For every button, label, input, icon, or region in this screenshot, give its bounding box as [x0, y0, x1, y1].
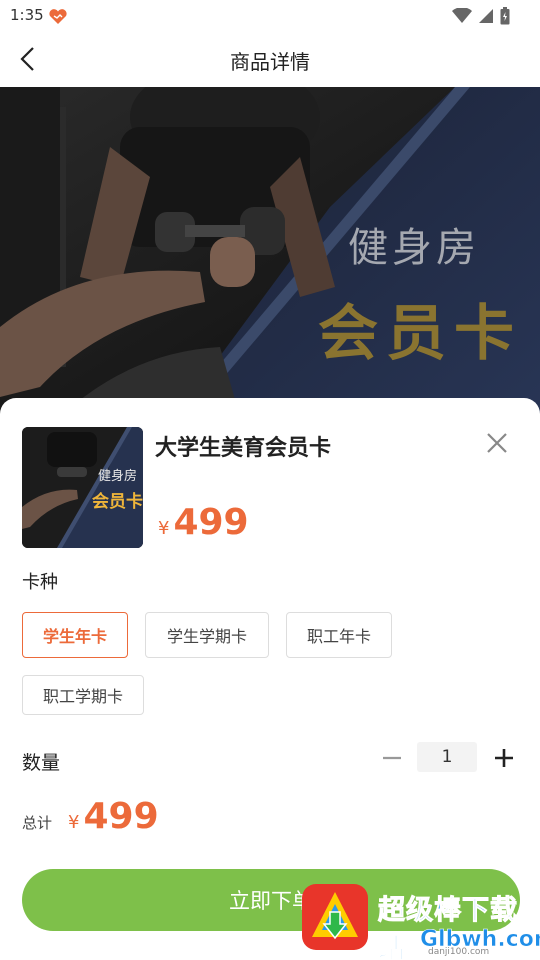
total-row: 总计 ¥ 499: [22, 796, 159, 837]
total-currency: ¥: [68, 812, 80, 833]
banner-line2: 会员卡: [318, 299, 522, 369]
price-currency: ¥: [158, 518, 170, 539]
watermark-url-small: danji100.com: [428, 947, 490, 957]
purchase-sheet: 健身房 会员卡 大学生美育会员卡 ¥ 499 卡种 学生年卡 学生学期卡 职工年…: [0, 398, 540, 960]
watermark-logo-icon: [302, 884, 368, 950]
banner-line1: 健身房: [348, 225, 480, 271]
product-price: ¥ 499: [158, 502, 249, 543]
total-label: 总计: [22, 814, 53, 832]
thumbnail-line2: 会员卡: [92, 492, 143, 512]
wifi-icon: [452, 8, 472, 23]
product-banner-image: 健身房 会员卡: [0, 87, 540, 417]
card-option-student-semester[interactable]: 学生学期卡: [145, 612, 269, 658]
signal-icon: [479, 9, 493, 23]
page-title: 商品详情: [230, 50, 310, 74]
card-option-student-year[interactable]: 学生年卡: [22, 612, 128, 658]
status-icons: [452, 7, 510, 25]
product-name: 大学生美育会员卡: [155, 436, 332, 461]
watermark: 超级棒下载站 Glbwh.com danji100.com: [300, 882, 540, 960]
card-option-staff-semester[interactable]: 职工学期卡: [22, 675, 144, 715]
status-bar: 1:35: [0, 0, 540, 32]
heart-icon: [49, 9, 67, 24]
minus-icon[interactable]: [378, 744, 406, 772]
card-option-staff-year[interactable]: 职工年卡: [286, 612, 392, 658]
close-icon[interactable]: [485, 431, 509, 455]
status-time: 1:35: [10, 6, 44, 24]
thumbnail-line1: 健身房: [98, 469, 138, 484]
total-amount: 499: [83, 796, 159, 837]
price-value: 499: [173, 502, 249, 543]
product-thumbnail: 健身房 会员卡: [22, 427, 143, 548]
quantity-value[interactable]: 1: [417, 742, 477, 772]
card-type-label: 卡种: [22, 572, 58, 593]
battery-icon: [500, 7, 510, 25]
plus-icon[interactable]: [490, 744, 518, 772]
quantity-label: 数量: [22, 752, 61, 774]
nav-bar: 商品详情: [0, 32, 540, 87]
